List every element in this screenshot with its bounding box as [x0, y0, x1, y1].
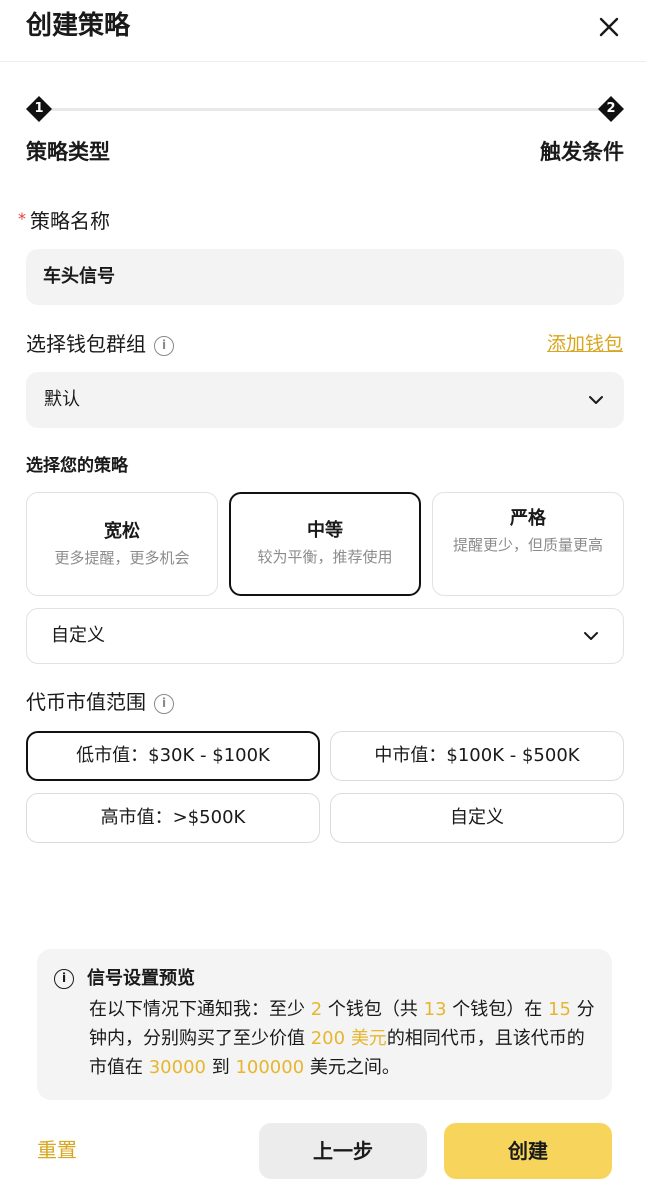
strategy-card-desc: 提醒更少，但质量更高 [452, 536, 603, 554]
step-1-marker: 1 [26, 96, 52, 122]
strategy-card-loose[interactable]: 宽松 更多提醒，更多机会 [26, 492, 218, 596]
min-wallets-value: 2 [310, 999, 323, 1020]
signal-preview-title: 信号设置预览 [87, 968, 195, 989]
step-2-marker: 2 [598, 96, 624, 122]
strategy-card-title: 严格 [510, 508, 546, 529]
strategy-name-label-text: 策略名称 [30, 209, 110, 233]
custom-strategy-label: 自定义 [51, 625, 105, 646]
strategy-card-title: 中等 [307, 520, 343, 541]
strategy-card-desc: 较为平衡，推荐使用 [257, 548, 393, 566]
strategy-card-medium[interactable]: 中等 较为平衡，推荐使用 [229, 492, 421, 596]
step-2-number: 2 [606, 101, 616, 116]
signal-preview-text: 在以下情况下通知我：至少 2 个钱包（共 13 个钱包）在 15 分钟内，分别购… [89, 999, 595, 1078]
wallet-group-label-text: 选择钱包群组 [26, 332, 146, 356]
minutes-value: 15 [548, 999, 571, 1020]
strategy-select-label: 选择您的策略 [26, 456, 128, 476]
info-icon[interactable]: i [154, 694, 174, 714]
step-2-label: 触发条件 [540, 140, 624, 164]
market-cap-option-mid[interactable]: 中市值：$100K - $500K [330, 731, 624, 781]
cap-max-value: 100000 [235, 1057, 305, 1078]
stepper: 1 2 策略类型 触发条件 [26, 96, 624, 166]
strategy-name-label: * 策略名称 [18, 205, 110, 235]
total-wallets-value: 13 [423, 999, 447, 1020]
dialog-title: 创建策略 [26, 11, 131, 41]
custom-strategy-select[interactable]: 自定义 [26, 608, 624, 664]
reset-button[interactable]: 重置 [37, 1135, 77, 1165]
chevron-down-icon [584, 632, 598, 640]
required-mark: * [18, 209, 26, 228]
cap-min-value: 30000 [148, 1057, 206, 1078]
wallet-group-selected: 默认 [44, 389, 80, 410]
stepper-track [40, 108, 610, 111]
strategy-card-desc: 更多提醒，更多机会 [54, 549, 190, 567]
wallet-group-select[interactable]: 默认 [26, 372, 624, 428]
step-1-label: 策略类型 [26, 140, 110, 164]
info-icon: i [54, 969, 74, 989]
strategy-card-title: 宽松 [104, 521, 140, 542]
wallet-group-label: 选择钱包群组 i [26, 330, 174, 358]
strategy-name-input[interactable]: 车头信号 [26, 249, 624, 305]
dialog-header: 创建策略 [0, 0, 646, 62]
step-1-number: 1 [34, 101, 44, 116]
market-cap-label: 代币市值范围 i [26, 688, 174, 716]
previous-step-button[interactable]: 上一步 [259, 1123, 427, 1179]
market-cap-label-text: 代币市值范围 [26, 690, 146, 714]
amount-value: 200 美元 [310, 1028, 387, 1049]
chevron-down-icon [589, 396, 603, 404]
create-button[interactable]: 创建 [444, 1123, 612, 1179]
market-cap-option-low[interactable]: 低市值：$30K - $100K [26, 731, 320, 781]
strategy-card-strict[interactable]: 严格 提醒更少，但质量更高 [432, 492, 624, 596]
signal-preview-panel: i 信号设置预览 在以下情况下通知我：至少 2 个钱包（共 13 个钱包）在 1… [37, 949, 612, 1100]
market-cap-option-custom[interactable]: 自定义 [330, 793, 624, 843]
add-wallet-link[interactable]: 添加钱包 [547, 330, 623, 358]
close-icon[interactable] [594, 12, 624, 42]
info-icon[interactable]: i [154, 336, 174, 356]
market-cap-option-high[interactable]: 高市值：>$500K [26, 793, 320, 843]
